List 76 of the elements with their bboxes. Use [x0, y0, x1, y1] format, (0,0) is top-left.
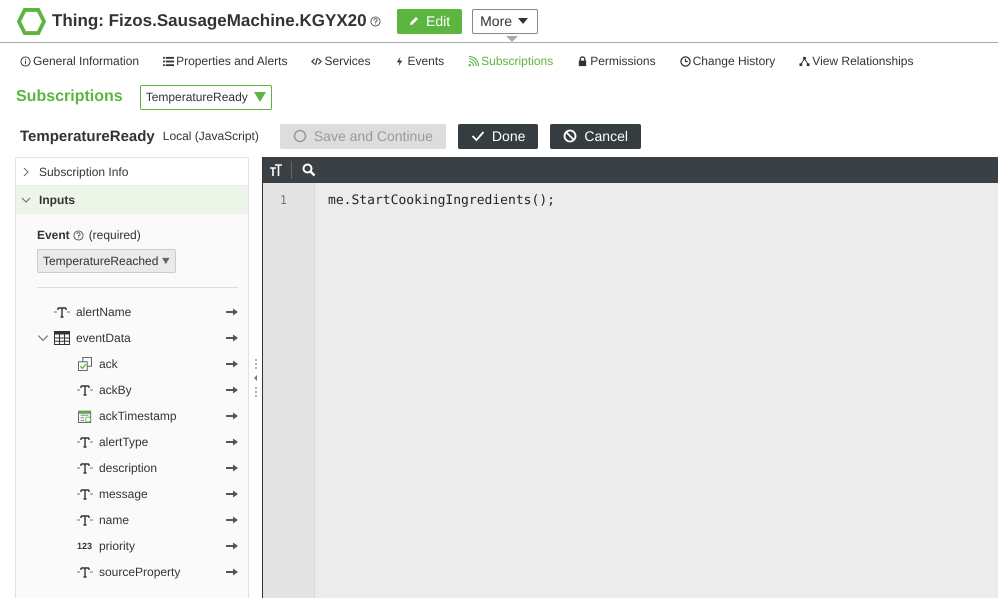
code-icon: [311, 56, 322, 66]
input-field-name: alertType: [99, 435, 150, 449]
more-button[interactable]: More: [472, 8, 538, 34]
tab[interactable]: Change History: [680, 54, 776, 68]
text-type-icon: [77, 461, 93, 475]
grip-icon: [252, 358, 258, 398]
page-heading: Subscriptions: [16, 88, 123, 106]
line-number: 1: [278, 193, 288, 207]
tab[interactable]: Permissions: [577, 54, 656, 68]
map-arrow-icon[interactable]: [226, 542, 238, 550]
feed-icon: [468, 56, 480, 66]
section-header[interactable]: Inputs: [16, 186, 248, 214]
input-field-name: eventData: [76, 331, 132, 345]
help-icon[interactable]: [370, 16, 381, 26]
input-field-name: priority: [99, 539, 136, 553]
prohibited-icon: [563, 129, 578, 143]
checkmark-icon: [470, 129, 485, 143]
info-icon: [20, 56, 31, 66]
thing-title: Thing: Fizos.SausageMachine.KGYX20: [52, 11, 367, 31]
checkbox-type-icon: [77, 357, 93, 371]
lock-icon: [577, 56, 588, 66]
text-type-icon: [77, 565, 93, 579]
tab[interactable]: Services: [311, 54, 370, 68]
required-note: (required): [88, 228, 141, 242]
hexagon-logo-icon: [17, 8, 46, 34]
table-icon: [54, 331, 70, 345]
pencil-icon: [408, 15, 420, 27]
text-size-icon[interactable]: [269, 163, 283, 177]
list-icon: [163, 56, 174, 66]
input-field-name: alertName: [76, 305, 132, 319]
map-arrow-icon[interactable]: [226, 308, 238, 316]
map-arrow-icon[interactable]: [226, 412, 238, 420]
circle-icon: [292, 129, 307, 143]
subscription-name: TemperatureReady: [20, 128, 155, 144]
input-field-name: message: [99, 487, 149, 501]
input-field-name: sourceProperty: [99, 565, 182, 579]
calendar-icon: [77, 409, 93, 423]
input-field-name: ackTimestamp: [99, 409, 178, 423]
subscription-dropdown[interactable]: TemperatureReady: [140, 84, 272, 110]
subscription-type: Local (JavaScript): [162, 129, 259, 143]
event-dropdown[interactable]: TemperatureReached: [37, 249, 176, 273]
tab[interactable]: General Information: [20, 54, 140, 68]
map-arrow-icon[interactable]: [226, 386, 238, 394]
number-type-icon: 123: [77, 541, 93, 551]
chevron-icon: [21, 166, 31, 176]
section-header[interactable]: Subscription Info: [16, 158, 248, 186]
input-field-name: name: [99, 513, 130, 527]
help-icon[interactable]: [72, 230, 84, 240]
map-arrow-icon[interactable]: [226, 464, 238, 472]
map-arrow-icon[interactable]: [226, 516, 238, 524]
text-type-icon: [77, 435, 93, 449]
text-type-icon: [77, 383, 93, 397]
map-arrow-icon[interactable]: [226, 568, 238, 576]
input-field-name: description: [99, 461, 158, 475]
map-arrow-icon[interactable]: [226, 360, 238, 368]
map-arrow-icon[interactable]: [226, 438, 238, 446]
hierarchy-icon: [799, 56, 810, 66]
caret-icon: [162, 256, 170, 266]
code-line: me.StartCookingIngredients();: [328, 193, 555, 208]
caret-icon: [254, 92, 266, 102]
text-type-icon: [77, 487, 93, 501]
done-button[interactable]: Done: [458, 124, 538, 148]
input-field-name: ack: [99, 357, 119, 371]
tab[interactable]: Events: [394, 54, 444, 68]
map-arrow-icon[interactable]: [226, 490, 238, 498]
tab[interactable]: View Relationships: [799, 54, 914, 68]
event-label: Event: [37, 228, 70, 242]
tab[interactable]: Properties and Alerts: [163, 54, 288, 68]
text-type-icon: [77, 513, 93, 527]
input-field-name: ackBy: [99, 383, 133, 397]
text-type-icon: [54, 305, 70, 319]
search-icon[interactable]: [302, 163, 316, 177]
map-arrow-icon[interactable]: [226, 334, 238, 342]
cancel-button[interactable]: Cancel: [550, 124, 641, 148]
chevron-icon: [21, 194, 31, 204]
clock-icon: [680, 56, 691, 66]
